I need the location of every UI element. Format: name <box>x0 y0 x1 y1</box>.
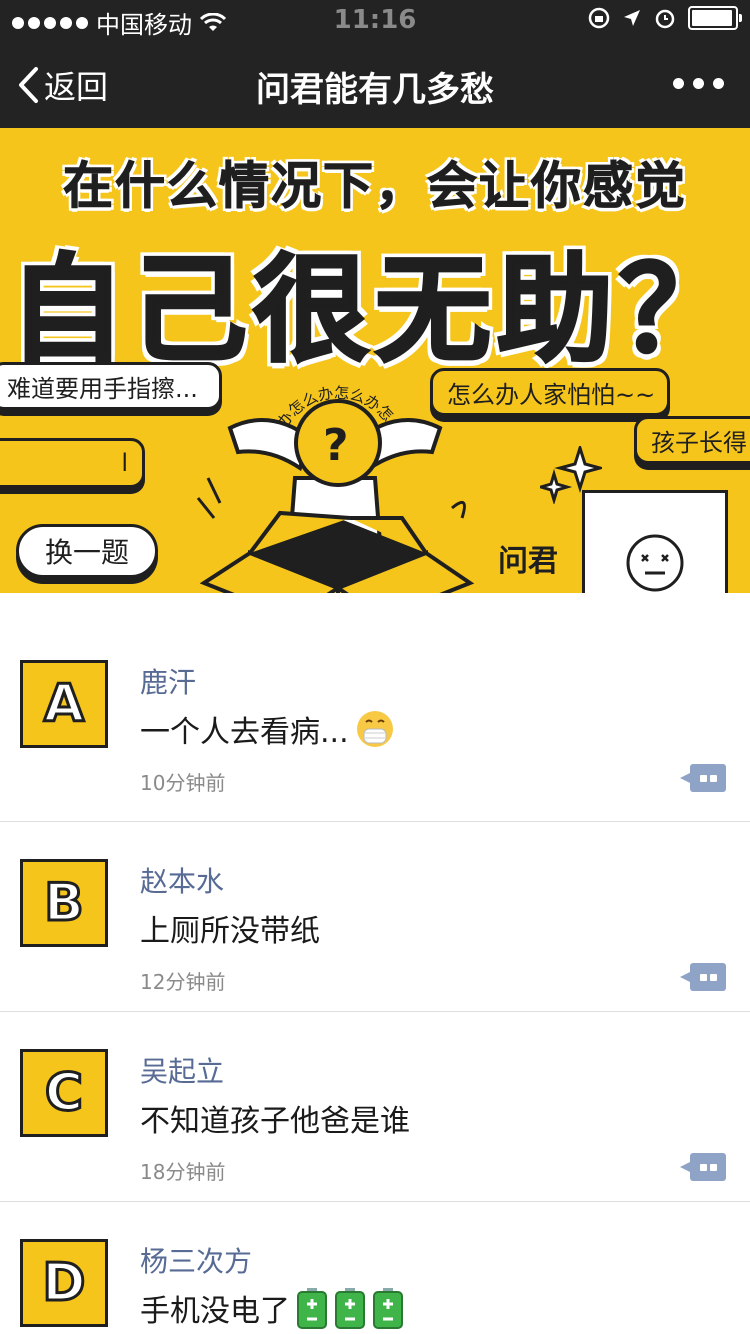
answer-feed: A 鹿汗 一个人去看病... 10分钟前 B 赵本水 上厕所没带纸 12分钟前 … <box>0 593 750 1334</box>
location-icon <box>624 10 640 26</box>
timestamp: 18分钟前 <box>140 1160 226 1184</box>
navigation-bar: 返回 问君能有几多愁 <box>0 40 750 128</box>
dizzy-face-icon <box>626 534 684 592</box>
page-title: 问君能有几多愁 <box>256 70 494 110</box>
answer-bubble: 难道要用手指擦... <box>0 362 222 410</box>
change-question-button[interactable]: 换一题 <box>16 524 158 578</box>
list-item: A 鹿汗 一个人去看病... 10分钟前 <box>0 593 750 822</box>
box-character-illustration: 怎么办怎么办怎么办怎么办 ? <box>196 384 475 593</box>
comment-button[interactable] <box>680 764 726 792</box>
user-name[interactable]: 鹿汗 <box>140 661 196 701</box>
svg-text:?: ? <box>323 420 349 471</box>
user-name[interactable]: 赵本水 <box>140 860 224 900</box>
more-dots-icon <box>673 78 684 89</box>
alarm-icon <box>655 9 675 29</box>
comment-button[interactable] <box>680 1153 726 1181</box>
avatar[interactable]: C <box>20 1049 114 1143</box>
answer-text: 上厕所没带纸 <box>140 914 320 949</box>
author-label: 问君 <box>498 544 558 579</box>
author-avatar[interactable] <box>582 490 728 593</box>
mask-face-emoji <box>356 711 393 747</box>
avatar[interactable]: B <box>20 859 114 953</box>
user-name[interactable]: 杨三次方 <box>140 1240 252 1280</box>
timestamp: 12分钟前 <box>140 970 226 994</box>
avatar-letter: B <box>43 872 86 935</box>
answer-text: 不知道孩子他爸是谁 <box>140 1104 410 1139</box>
battery-icon <box>688 6 742 30</box>
answer-text: 手机没电了 <box>140 1286 404 1330</box>
question-headline-line1: 在什么情况下，会让你感觉 <box>63 157 687 216</box>
timestamp: 10分钟前 <box>140 771 226 795</box>
comment-button[interactable] <box>680 963 726 991</box>
avatar-letter: A <box>42 673 85 736</box>
more-options-button[interactable] <box>673 78 724 89</box>
answer-text: 一个人去看病... <box>140 707 395 751</box>
avatar[interactable]: A <box>20 660 114 754</box>
answer-bubble: 孩子长得 <box>634 416 750 464</box>
list-item: B 赵本水 上厕所没带纸 12分钟前 <box>0 822 750 1012</box>
user-name[interactable]: 吴起立 <box>140 1050 224 1090</box>
question-banner: 在什么情况下，会让你感觉 自己很无助？ 难道要用手指擦... 怎么办人家怕怕~~… <box>0 128 750 593</box>
question-headline-line2: 自己很无助？ <box>8 242 741 380</box>
battery-emoji <box>335 1288 365 1329</box>
avatar-letter: D <box>41 1252 87 1315</box>
status-bar: 中国移动 11:16 <box>0 0 750 40</box>
list-item: D 杨三次方 手机没电了 <box>0 1202 750 1334</box>
rotation-lock-icon <box>588 7 610 29</box>
avatar[interactable]: D <box>20 1239 114 1333</box>
battery-emoji <box>297 1288 327 1329</box>
battery-emoji <box>373 1288 403 1329</box>
list-item: C 吴起立 不知道孩子他爸是谁 18分钟前 <box>0 1012 750 1202</box>
answer-bubble: l <box>0 438 145 488</box>
avatar-letter: C <box>43 1062 84 1125</box>
